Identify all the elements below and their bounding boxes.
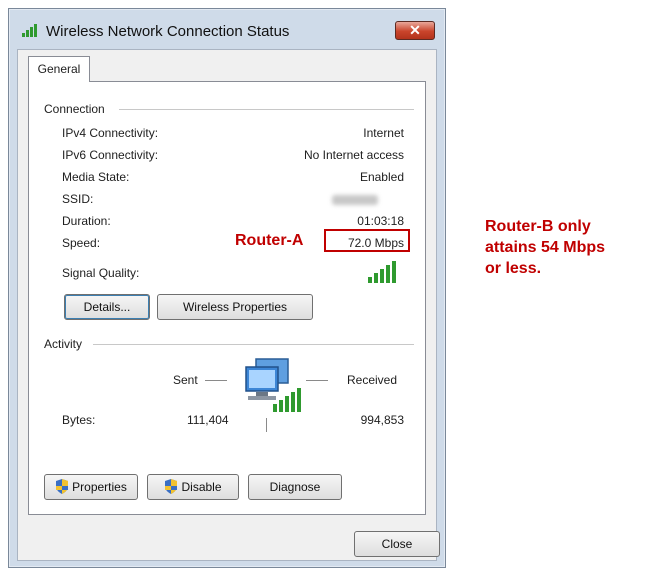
- signal-strength-icon: [368, 261, 396, 283]
- ssid-value-redacted: [332, 195, 378, 205]
- activity-divider-vertical: [266, 418, 267, 432]
- router-b-annotation: Router-B only attains 54 Mbps or less.: [485, 216, 605, 279]
- duration-value: 01:03:18: [357, 214, 404, 228]
- title-close-button[interactable]: ✕: [395, 21, 435, 40]
- duration-label: Duration:: [62, 214, 111, 228]
- shield-icon: [56, 479, 69, 494]
- router-a-annotation: Router-A: [235, 232, 304, 249]
- speed-label: Speed:: [62, 236, 101, 250]
- diagnose-button[interactable]: Diagnose: [248, 474, 342, 500]
- signal-quality-label: Signal Quality:: [62, 266, 140, 280]
- speed-highlight-box: [324, 229, 410, 252]
- media-state-label: Media State:: [62, 170, 130, 184]
- status-dialog: Wireless Network Connection Status ✕ Gen…: [8, 8, 446, 568]
- bytes-sent-value: 111,404: [187, 413, 229, 427]
- window-title: Wireless Network Connection Status: [46, 23, 290, 40]
- properties-button[interactable]: Properties: [44, 474, 138, 500]
- title-bar[interactable]: Wireless Network Connection Status ✕: [9, 9, 445, 49]
- close-button[interactable]: Close: [354, 531, 440, 557]
- router-b-line-1: Router-B only: [485, 218, 591, 235]
- tab-general[interactable]: General: [28, 56, 90, 82]
- connection-divider: [119, 109, 414, 110]
- shield-icon: [165, 479, 178, 494]
- received-label: Received: [347, 373, 398, 387]
- ssid-label: SSID:: [62, 192, 94, 206]
- router-b-line-2: attains 54 Mbps: [485, 239, 606, 256]
- disable-button-label: Disable: [181, 480, 222, 494]
- disable-button[interactable]: Disable: [147, 474, 239, 500]
- network-computers-icon: [245, 358, 301, 412]
- ipv4-label: IPv4 Connectivity:: [62, 126, 159, 140]
- sent-label: Sent: [173, 373, 198, 387]
- general-tab-panel: Connection IPv4 Connectivity: Internet I…: [28, 81, 426, 515]
- signal-bars-icon: [22, 24, 37, 37]
- ipv4-value: Internet: [363, 126, 404, 140]
- details-button[interactable]: Details...: [64, 294, 150, 320]
- ipv6-value: No Internet access: [303, 148, 404, 162]
- activity-group-label: Activity: [44, 337, 83, 351]
- sent-line: [205, 380, 227, 381]
- connection-group-label: Connection: [44, 102, 105, 116]
- properties-button-label: Properties: [72, 480, 127, 494]
- activity-divider: [93, 344, 414, 345]
- media-state-value: Enabled: [359, 170, 404, 184]
- received-line: [306, 380, 328, 381]
- bytes-received-value: 994,853: [360, 413, 404, 427]
- router-b-line-3: or less.: [485, 260, 542, 277]
- wireless-properties-button[interactable]: Wireless Properties: [157, 294, 313, 320]
- dialog-client-area: General Connection IPv4 Connectivity: In…: [17, 49, 440, 561]
- bytes-label: Bytes:: [62, 413, 96, 427]
- ipv6-label: IPv6 Connectivity:: [62, 148, 159, 162]
